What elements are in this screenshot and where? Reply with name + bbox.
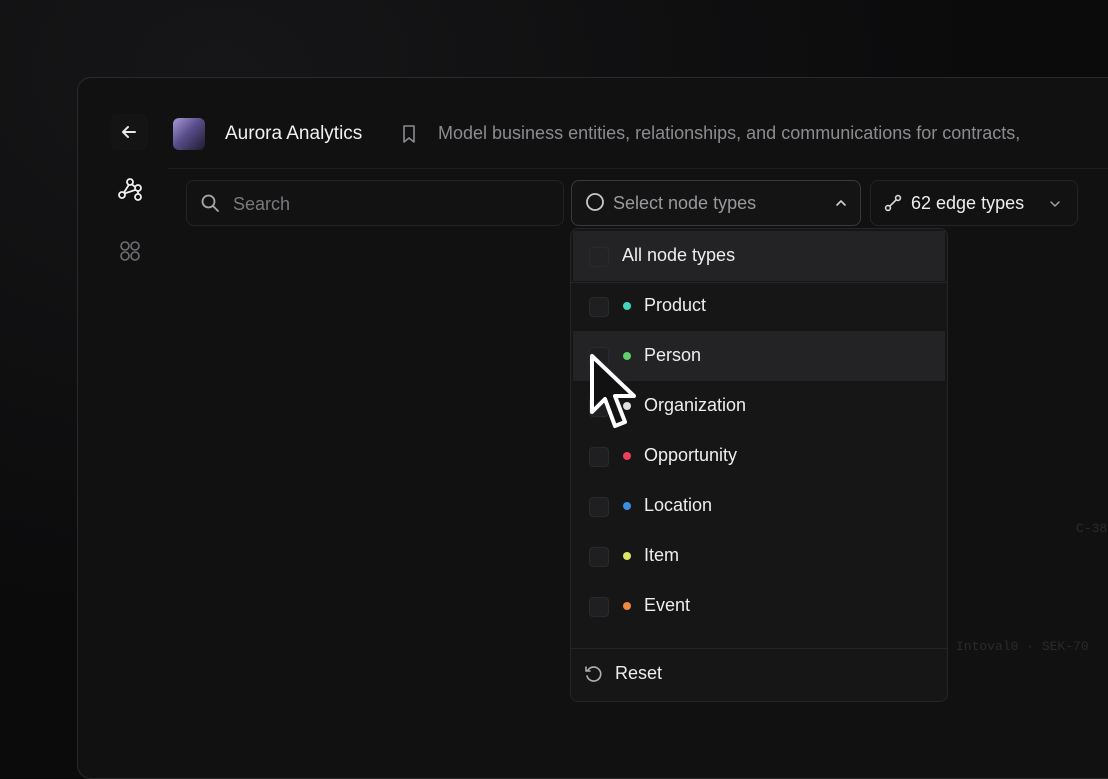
app-logo bbox=[173, 118, 205, 150]
color-dot bbox=[623, 452, 631, 460]
option-product[interactable]: Product bbox=[573, 281, 945, 331]
color-dot bbox=[623, 602, 631, 610]
edge-types-select[interactable]: 62 edge types bbox=[870, 180, 1078, 226]
option-label: Event bbox=[644, 595, 691, 615]
option-label: Location bbox=[644, 495, 713, 515]
edge-types-label: 62 edge types bbox=[911, 193, 1025, 213]
back-button[interactable] bbox=[110, 113, 148, 151]
background-label: C-38 bbox=[1076, 521, 1108, 536]
option-location[interactable]: Location bbox=[573, 481, 945, 531]
title-bar: Aurora Analytics Model business entities… bbox=[78, 78, 1108, 168]
grid-icon bbox=[120, 241, 140, 261]
checkbox[interactable] bbox=[589, 547, 609, 567]
background-label: Intoval0 · SEK-70 bbox=[956, 639, 1089, 654]
chevron-down-icon bbox=[1050, 201, 1060, 207]
search-icon bbox=[201, 194, 219, 212]
option-item[interactable]: Item bbox=[573, 531, 945, 581]
bookmark-icon[interactable] bbox=[400, 124, 418, 144]
option-all-node-types[interactable]: All node types bbox=[573, 231, 945, 281]
search-input[interactable] bbox=[231, 181, 555, 227]
apps-button[interactable] bbox=[116, 237, 144, 265]
option-label: Organization bbox=[644, 395, 747, 415]
node-types-placeholder: Select node types bbox=[613, 193, 757, 213]
option-label: Product bbox=[644, 295, 707, 315]
color-dot bbox=[623, 502, 631, 510]
arrow-left-icon bbox=[122, 126, 136, 138]
checkbox[interactable] bbox=[589, 297, 609, 317]
color-dot bbox=[623, 302, 631, 310]
reset-icon bbox=[585, 666, 602, 682]
checkbox[interactable] bbox=[589, 497, 609, 517]
option-label: Opportunity bbox=[644, 445, 738, 465]
circle-icon bbox=[586, 193, 604, 211]
app-name: Aurora Analytics bbox=[225, 123, 363, 144]
chevron-up-icon bbox=[836, 200, 846, 206]
app-description: Model business entities, relationships, … bbox=[438, 123, 1021, 143]
color-dot bbox=[623, 552, 631, 560]
node-types-select[interactable]: Select node types bbox=[571, 180, 861, 226]
header-divider bbox=[168, 168, 1108, 169]
option-label: All node types bbox=[622, 245, 736, 265]
checkbox[interactable] bbox=[589, 447, 609, 467]
search-box[interactable] bbox=[186, 180, 564, 227]
option-label: Person bbox=[644, 345, 702, 365]
link-icon bbox=[884, 194, 902, 212]
option-label: Item bbox=[644, 545, 680, 565]
dropdown-footer: Reset bbox=[571, 648, 947, 701]
checkbox[interactable] bbox=[589, 247, 609, 267]
graph-icon bbox=[118, 178, 142, 201]
reset-label: Reset bbox=[615, 663, 663, 683]
graph-view-button[interactable] bbox=[116, 175, 144, 203]
mouse-cursor bbox=[590, 354, 636, 428]
option-opportunity[interactable]: Opportunity bbox=[573, 431, 945, 481]
reset-button[interactable]: Reset bbox=[571, 649, 691, 701]
checkbox[interactable] bbox=[589, 597, 609, 617]
node-types-dropdown: All node types Product Person Organizati… bbox=[570, 228, 948, 702]
option-event[interactable]: Event bbox=[573, 581, 945, 631]
